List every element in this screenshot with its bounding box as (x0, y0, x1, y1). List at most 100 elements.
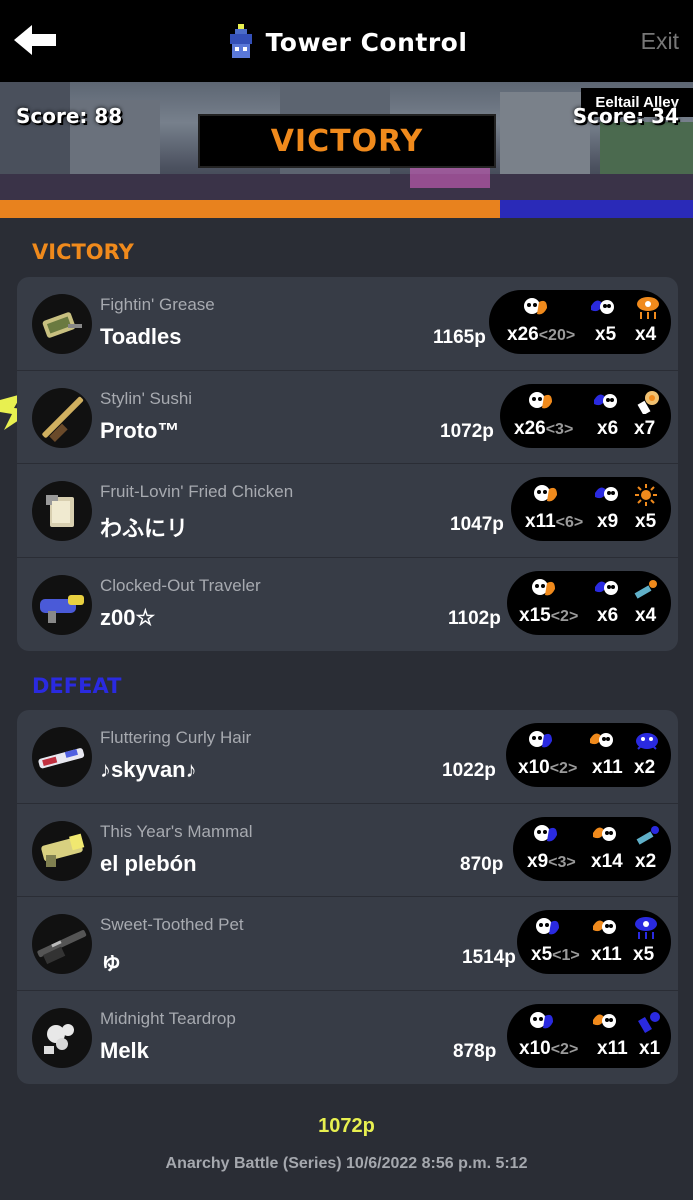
player-row[interactable]: Sweet-Toothed Pet ゅ 1514p x5<1> x11 x5 (17, 897, 678, 991)
death-icon (591, 916, 617, 940)
my-points: 1072p (318, 1115, 375, 1137)
player-name: ♪skyvan♪ (100, 757, 197, 782)
player-byname: Fightin' Grease (100, 295, 215, 314)
assists-count: <2> (550, 607, 579, 625)
player-stats: x10<2> x11 x1 (507, 1003, 671, 1068)
kills-stat: x26<3> (514, 418, 573, 440)
player-name: Toadles (100, 324, 182, 349)
dualies-icon (32, 1007, 92, 1068)
player-byname: Midnight Teardrop (100, 1008, 236, 1028)
kills-stat: x11<6> (525, 511, 583, 533)
assists-count: <1> (552, 947, 580, 964)
ink-vac-icon (635, 823, 661, 847)
kills-count: x9 (527, 850, 549, 872)
splat-icon (523, 296, 549, 320)
assists-count: <2> (549, 760, 578, 777)
crab-tank-icon (634, 729, 660, 753)
deaths-count: x11 (591, 944, 622, 965)
defeat-team-label: DEFEAT (32, 674, 122, 698)
death-icon (591, 1010, 617, 1034)
player-points: 1514p (462, 947, 516, 968)
blaster-icon (32, 574, 92, 635)
player-row[interactable]: Fruit-Lovin' Fried Chicken わふにリ 1047p x1… (17, 464, 678, 558)
player-name: el plebón (100, 850, 197, 876)
player-row[interactable]: Fightin' Grease Toadles 1165p x26<20> x5… (17, 277, 678, 371)
graffiti (410, 166, 490, 188)
kills-count: x15 (519, 604, 551, 626)
specials-count: x2 (635, 850, 657, 872)
player-byname: Sweet-Toothed Pet (100, 915, 244, 934)
e-liter-icon (32, 914, 92, 974)
deaths-count: x11 (592, 757, 623, 778)
assists-count: <3> (548, 853, 576, 871)
player-byname: Clocked-Out Traveler (100, 575, 261, 595)
stage-banner: Eeltail Alley VICTORY (0, 82, 693, 218)
player-row[interactable]: Fluttering Curly Hair ♪skyvan♪ 1022p x10… (17, 710, 678, 804)
kills-stat: x15<2> (519, 605, 578, 627)
splatana-icon (32, 481, 92, 541)
player-points: 878p (453, 1040, 497, 1062)
player-stats: x26<3> x6 x7 (500, 383, 671, 448)
player-points: 1102p (448, 607, 501, 629)
player-row[interactable]: Stylin' Sushi Proto™ 1072p x26<3> x6 x7 (17, 371, 678, 464)
player-name: わふにリ (100, 516, 189, 541)
splat-icon (528, 729, 554, 753)
kills-stat: x10<2> (519, 1038, 578, 1060)
kills-count: x10 (518, 757, 550, 778)
kills-count: x26 (507, 324, 539, 345)
player-stats: x5<1> x11 x5 (517, 910, 671, 974)
player-byname: Fluttering Curly Hair (100, 728, 252, 747)
player-stats: x15<2> x6 x4 (507, 570, 671, 635)
deaths-count: x9 (597, 511, 619, 532)
score-alpha: Score: 88 (16, 104, 123, 128)
splatling-icon (32, 820, 92, 881)
specials-count: x4 (635, 604, 657, 626)
kills-stat: x10<2> (518, 757, 577, 779)
player-name: z00☆ (100, 604, 156, 630)
death-icon (593, 483, 619, 507)
ink-storm-icon (633, 916, 659, 940)
player-byname: This Year's Mammal (100, 821, 253, 841)
player-points: 1165p (433, 327, 486, 348)
splat-icon (533, 823, 559, 847)
score-bravo: Score: 34 (572, 104, 679, 128)
player-name: ゅ (100, 949, 123, 974)
deaths-count: x14 (591, 850, 623, 872)
victory-team-panel: Fightin' Grease Toadles 1165p x26<20> x5… (17, 277, 678, 651)
splat-icon (531, 577, 557, 601)
assists-count: <2> (550, 1040, 579, 1058)
deaths-count: x6 (597, 417, 619, 439)
player-points: 1022p (442, 760, 496, 781)
battle-summary: Anarchy Battle (Series) 10/6/2022 8:56 p… (165, 1155, 528, 1172)
page-title: Tower Control (265, 27, 468, 57)
result-text: VICTORY (270, 123, 424, 159)
score-bar-bravo (499, 200, 693, 218)
ink-vac-icon (633, 577, 659, 601)
specials-count: x5 (633, 944, 655, 965)
player-byname: Fruit-Lovin' Fried Chicken (100, 482, 294, 501)
splat-roller-icon (32, 294, 92, 354)
shooter-icon (32, 727, 92, 787)
assists-count: <3> (545, 420, 574, 438)
building-1 (0, 82, 70, 182)
splat-icon (529, 1010, 555, 1034)
player-row[interactable]: Midnight Teardrop Melk 878p x10<2> x11 x… (17, 991, 678, 1085)
exit-button[interactable]: Exit (641, 28, 679, 55)
victory-team-label: VICTORY (32, 240, 134, 264)
player-stats: x9<3> x14 x2 (513, 816, 671, 881)
death-icon (593, 577, 619, 601)
assists-count: <6> (555, 514, 584, 531)
splat-icon (528, 390, 554, 414)
player-points: 870p (460, 853, 504, 875)
kills-count: x10 (519, 1037, 551, 1059)
death-icon (591, 823, 617, 847)
player-row[interactable]: Clocked-Out Traveler z00☆ 1102p x15<2> x… (17, 558, 678, 652)
deaths-count: x5 (595, 324, 617, 345)
splat-icon (533, 483, 559, 507)
result-banner: VICTORY (198, 114, 496, 168)
specials-count: x2 (634, 757, 656, 778)
death-icon (589, 296, 615, 320)
player-row[interactable]: This Year's Mammal el plebón 870p x9<3> … (17, 804, 678, 897)
specials-count: x4 (635, 324, 657, 345)
kills-stat: x5<1> (531, 944, 580, 966)
